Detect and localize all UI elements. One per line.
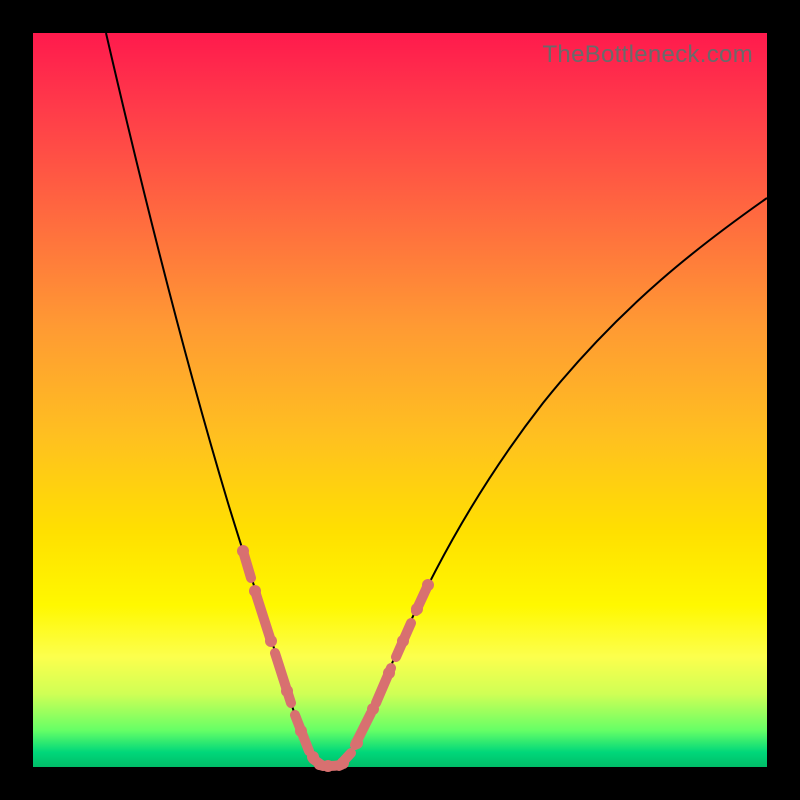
highlight-dot [411,603,423,615]
outer-frame: TheBottleneck.com [0,0,800,800]
highlight-dot [281,685,293,697]
curve-layer [33,33,767,767]
highlight-dot [367,703,379,715]
highlight-dot [307,751,319,763]
highlight-dot [383,667,395,679]
highlight-dot [351,737,363,749]
plot-area: TheBottleneck.com [33,33,767,767]
highlight-dot [237,545,249,557]
highlight-dot [322,760,334,772]
highlight-dot [265,635,277,647]
highlight-dot [249,585,261,597]
highlight-dot [422,579,434,591]
highlight-dot [337,757,349,769]
curve-left-branch [106,33,319,765]
curve-right-branch [341,198,767,765]
highlight-left [243,551,323,766]
highlight-dot [295,725,307,737]
highlight-dot [397,635,409,647]
